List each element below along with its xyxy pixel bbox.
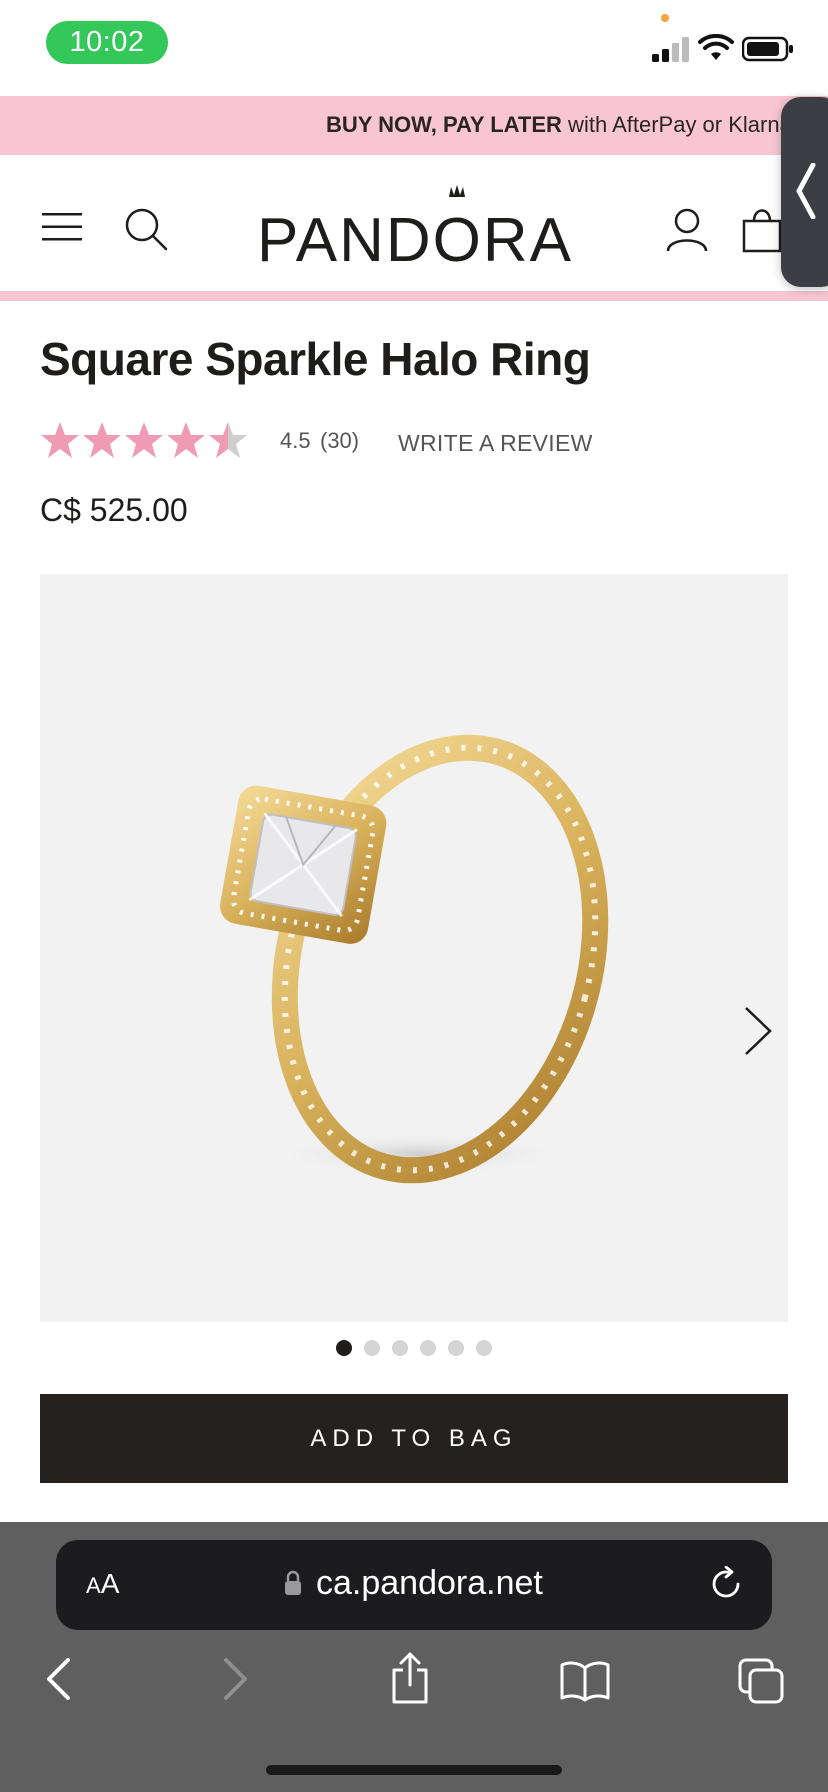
rating-stars[interactable] bbox=[40, 420, 248, 462]
star-icon bbox=[125, 422, 163, 458]
clock-time[interactable]: 10:02 bbox=[46, 21, 168, 64]
gallery-dot[interactable] bbox=[448, 1340, 464, 1356]
star-icon bbox=[83, 422, 121, 458]
star-icon bbox=[41, 422, 79, 458]
ring-product-image bbox=[220, 734, 609, 1184]
gallery-dot[interactable] bbox=[476, 1340, 492, 1356]
reload-icon[interactable] bbox=[708, 1566, 744, 1602]
reader-options-button[interactable]: AA bbox=[86, 1568, 119, 1600]
bookmarks-icon[interactable] bbox=[560, 1660, 610, 1702]
rating-value: 4.5 bbox=[280, 428, 311, 453]
gallery-pagination[interactable] bbox=[336, 1340, 492, 1356]
cellular-signal-icon bbox=[652, 37, 689, 62]
home-indicator[interactable] bbox=[266, 1765, 562, 1775]
promo-text: BUY NOW, PAY LATER with AfterPay or Klar… bbox=[326, 112, 792, 137]
privacy-indicator-dot bbox=[661, 14, 669, 22]
account-icon[interactable] bbox=[666, 207, 708, 253]
forward-icon[interactable] bbox=[222, 1656, 250, 1702]
lock-icon bbox=[285, 1570, 301, 1595]
product-image-gallery[interactable] bbox=[40, 574, 788, 1322]
pandora-logo[interactable]: PANDORA bbox=[250, 183, 580, 273]
chevron-left-icon bbox=[796, 163, 816, 219]
svg-text:PANDORA: PANDORA bbox=[257, 206, 573, 273]
url-text[interactable]: ca.pandora.net bbox=[316, 1564, 543, 1603]
star-icon bbox=[167, 422, 205, 458]
gallery-dot[interactable] bbox=[420, 1340, 436, 1356]
site-header: PANDORA bbox=[0, 155, 828, 301]
gallery-dot[interactable] bbox=[364, 1340, 380, 1356]
product-price: C$ 525.00 bbox=[40, 492, 188, 528]
gallery-dot-active[interactable] bbox=[336, 1340, 352, 1356]
address-bar[interactable]: AA ca.pandora.net bbox=[56, 1540, 772, 1630]
wifi-icon bbox=[698, 34, 734, 60]
status-bar: 10:02 bbox=[0, 0, 828, 96]
next-image-arrow-icon[interactable] bbox=[740, 1004, 776, 1058]
half-star-icon bbox=[209, 422, 247, 458]
review-count[interactable]: (30) bbox=[320, 428, 359, 454]
side-panel-handle[interactable] bbox=[781, 97, 828, 287]
tabs-icon[interactable] bbox=[738, 1658, 784, 1704]
add-to-bag-button[interactable]: ADD TO BAG bbox=[40, 1394, 788, 1483]
share-icon[interactable] bbox=[390, 1652, 430, 1704]
product-title: Square Sparkle Halo Ring bbox=[40, 333, 591, 385]
write-review-link[interactable]: WRITE A REVIEW bbox=[398, 430, 593, 457]
browser-toolbar: AA ca.pandora.net bbox=[0, 1522, 828, 1792]
battery-icon bbox=[742, 36, 793, 62]
back-icon[interactable] bbox=[44, 1656, 72, 1702]
shopping-bag-icon[interactable] bbox=[742, 207, 782, 253]
gallery-dot[interactable] bbox=[392, 1340, 408, 1356]
search-icon[interactable] bbox=[124, 207, 168, 251]
hamburger-menu-icon[interactable] bbox=[42, 213, 82, 241]
promo-banner[interactable]: BUY NOW, PAY LATER with AfterPay or Klar… bbox=[0, 96, 828, 155]
